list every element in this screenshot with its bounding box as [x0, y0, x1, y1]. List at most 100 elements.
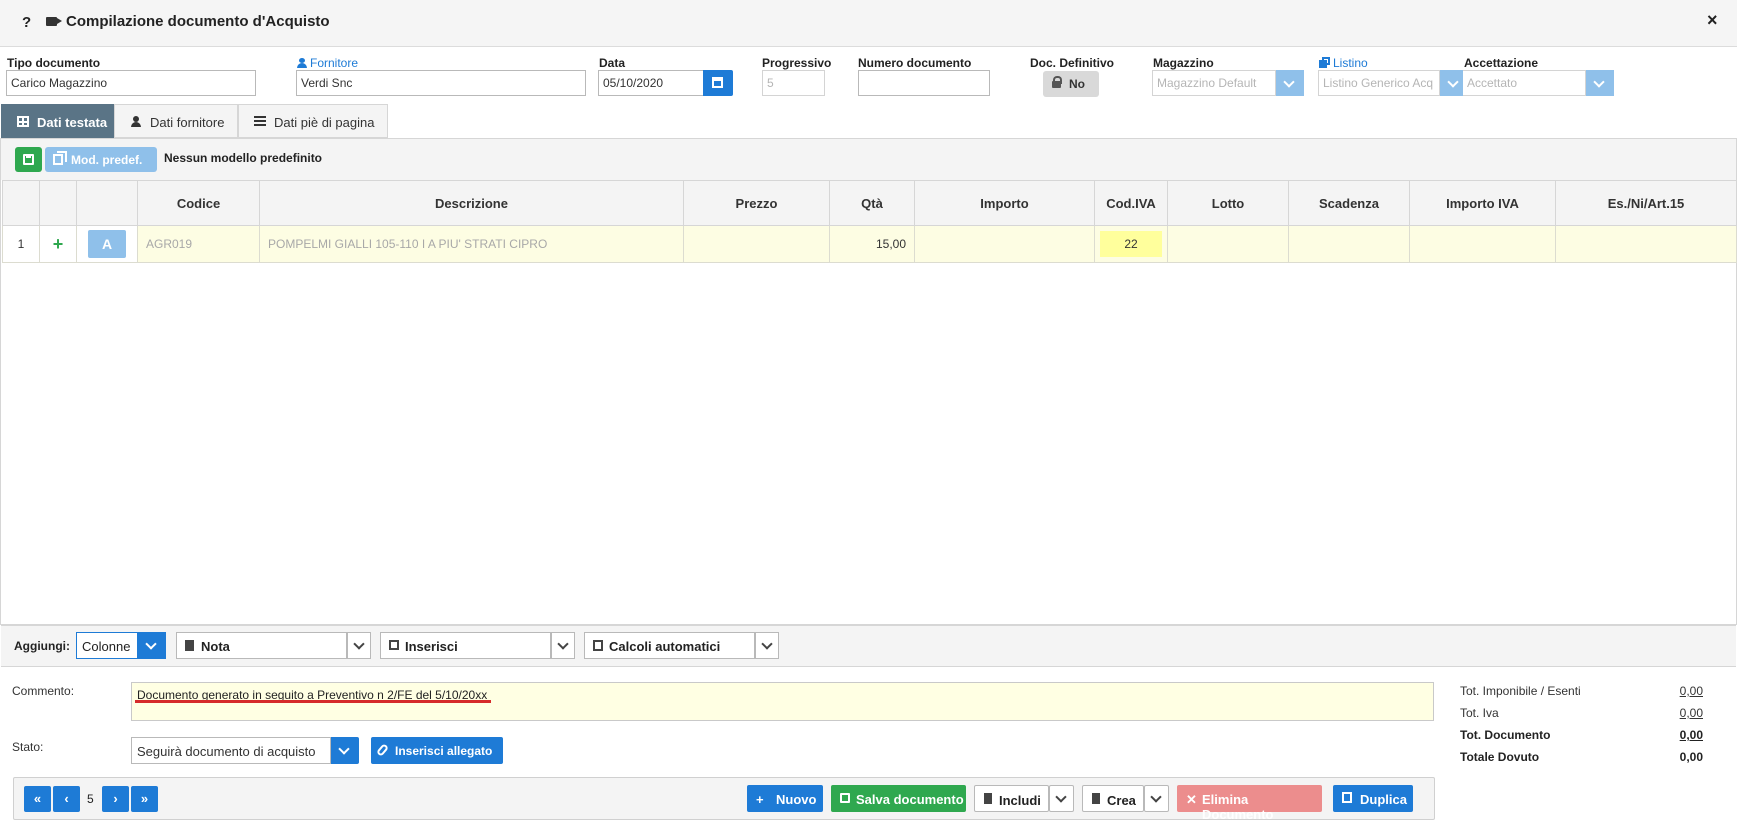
- fornitore-input[interactable]: Verdi Snc: [296, 70, 586, 96]
- colonne-select[interactable]: Colonne: [76, 632, 138, 659]
- magazzino-select[interactable]: Magazzino Default: [1152, 70, 1276, 96]
- copy-icon: [1319, 57, 1330, 68]
- article-cell: A: [76, 225, 138, 263]
- column-header-qta[interactable]: Qtà: [829, 180, 915, 226]
- numero-documento-input[interactable]: [858, 70, 990, 96]
- lotto-cell[interactable]: [1167, 225, 1289, 263]
- tab-dati-fornitore[interactable]: Dati fornitore: [114, 104, 238, 138]
- accettazione-dropdown[interactable]: [1586, 70, 1614, 96]
- close-icon[interactable]: ×: [1707, 10, 1718, 31]
- page-number: 5: [87, 792, 94, 806]
- copy-icon: [53, 151, 67, 165]
- column-header-lotto[interactable]: Lotto: [1167, 180, 1289, 226]
- data-label: Data: [599, 56, 626, 70]
- includi-dropdown[interactable]: [1049, 785, 1074, 812]
- scadenza-cell[interactable]: [1288, 225, 1410, 263]
- listino-link[interactable]: Listino: [1333, 56, 1368, 70]
- magazzino-dropdown[interactable]: [1276, 70, 1304, 96]
- accettazione-select[interactable]: Accettato: [1463, 70, 1586, 96]
- descrizione-cell[interactable]: POMPELMI GIALLI 105-110 I A PIU' STRATI …: [259, 225, 684, 263]
- crea-dropdown[interactable]: [1144, 785, 1169, 812]
- calendar-button[interactable]: [703, 70, 733, 96]
- duplica-label: Duplica: [1360, 792, 1407, 807]
- tab-dati-pie-di-pagina[interactable]: Dati piè di pagina: [238, 104, 388, 138]
- qta-cell[interactable]: 15,00: [829, 225, 915, 263]
- tot-documento-label: Tot. Documento: [1460, 728, 1551, 742]
- duplica-button[interactable]: Duplica: [1333, 785, 1413, 812]
- elimina-documento-label: Elimina Documento: [1202, 792, 1274, 822]
- chevron-down-icon: [1150, 791, 1162, 803]
- inserisci-dropdown[interactable]: [551, 632, 575, 659]
- calcoli-label: Calcoli automatici: [609, 639, 721, 654]
- first-page-button[interactable]: «: [24, 786, 51, 812]
- column-header-codice[interactable]: Codice: [137, 180, 260, 226]
- copy-icon: [1342, 792, 1352, 803]
- salva-documento-label: Salva documento: [856, 792, 964, 807]
- nuovo-button[interactable]: + Nuovo: [747, 785, 823, 812]
- column-header: [2, 180, 40, 226]
- last-page-button[interactable]: »: [131, 786, 158, 812]
- nota-label: Nota: [201, 639, 230, 654]
- importo-iva-cell[interactable]: [1409, 225, 1556, 263]
- floppy-icon: [840, 793, 850, 803]
- stato-dropdown[interactable]: [331, 737, 359, 764]
- user-icon: [297, 58, 307, 68]
- tab-dati-testata[interactable]: Dati testata: [1, 104, 114, 138]
- codice-cell[interactable]: AGR019: [137, 225, 260, 263]
- tab-label: Dati piè di pagina: [274, 115, 375, 130]
- tot-imponibile-value: 0,00: [1679, 684, 1703, 698]
- chevron-down-icon: [338, 743, 350, 755]
- column-header-scadenza[interactable]: Scadenza: [1288, 180, 1410, 226]
- tot-documento-value: 0,00: [1679, 728, 1703, 742]
- save-model-button[interactable]: [15, 147, 42, 172]
- tipo-documento-input[interactable]: Carico Magazzino: [6, 70, 256, 96]
- x-icon: ✕: [1186, 792, 1197, 807]
- column-header-descrizione[interactable]: Descrizione: [259, 180, 684, 226]
- nota-button[interactable]: Nota: [176, 632, 347, 659]
- article-button[interactable]: A: [88, 230, 126, 258]
- table-row[interactable]: 1 + A AGR019 POMPELMI GIALLI 105-110 I A…: [2, 225, 1737, 263]
- salva-documento-button[interactable]: Salva documento: [831, 785, 966, 812]
- cod-iva-cell[interactable]: 22: [1094, 225, 1168, 263]
- prev-page-button[interactable]: ‹: [53, 786, 80, 812]
- add-row-icon[interactable]: +: [39, 225, 77, 263]
- crea-button[interactable]: Crea: [1082, 785, 1144, 812]
- paperclip-icon: [375, 743, 390, 757]
- chevron-down-icon: [1055, 791, 1067, 803]
- tot-iva-label: Tot. Iva: [1460, 706, 1499, 720]
- inserisci-button[interactable]: Inserisci: [380, 632, 551, 659]
- column-header-esenzione[interactable]: Es./Ni/Art.15: [1555, 180, 1737, 226]
- inserisci-label: Inserisci: [405, 639, 458, 654]
- listino-select[interactable]: Listino Generico Acq: [1318, 70, 1440, 96]
- column-header-prezzo[interactable]: Prezzo: [683, 180, 830, 226]
- importo-cell[interactable]: [914, 225, 1095, 263]
- calcoli-dropdown[interactable]: [755, 632, 779, 659]
- esenzione-cell[interactable]: [1555, 225, 1737, 263]
- data-input[interactable]: 05/10/2020: [598, 70, 704, 96]
- tab-label: Dati testata: [37, 115, 108, 130]
- red-underline-annotation: [135, 700, 491, 703]
- fornitore-link[interactable]: Fornitore: [310, 56, 358, 70]
- stato-select[interactable]: Seguirà documento di acquisto: [131, 737, 331, 764]
- totale-dovuto-label: Totale Dovuto: [1460, 750, 1540, 764]
- next-page-button[interactable]: ›: [102, 786, 129, 812]
- calcoli-automatici-button[interactable]: Calcoli automatici: [584, 632, 755, 659]
- column-header-cod-iva[interactable]: Cod.IVA: [1094, 180, 1168, 226]
- column-header-importo-iva[interactable]: Importo IVA: [1409, 180, 1556, 226]
- prezzo-cell[interactable]: [683, 225, 830, 263]
- includi-button[interactable]: Includi: [974, 785, 1049, 812]
- colonne-dropdown[interactable]: [138, 632, 166, 659]
- chevron-down-icon: [353, 638, 365, 650]
- list-icon: [254, 116, 266, 127]
- column-header-importo[interactable]: Importo: [914, 180, 1095, 226]
- nota-dropdown[interactable]: [347, 632, 371, 659]
- cod-iva-value[interactable]: 22: [1100, 231, 1162, 257]
- stato-label: Stato:: [12, 740, 44, 754]
- help-icon[interactable]: ?: [22, 14, 31, 31]
- video-camera-icon[interactable]: [46, 17, 62, 26]
- doc-definitivo-toggle[interactable]: No: [1043, 71, 1099, 97]
- grid-icon: [17, 116, 29, 127]
- chevron-down-icon: [1283, 76, 1295, 88]
- inserisci-allegato-button[interactable]: Inserisci allegato: [371, 737, 503, 764]
- mod-predef-button[interactable]: Mod. predef.: [45, 147, 157, 172]
